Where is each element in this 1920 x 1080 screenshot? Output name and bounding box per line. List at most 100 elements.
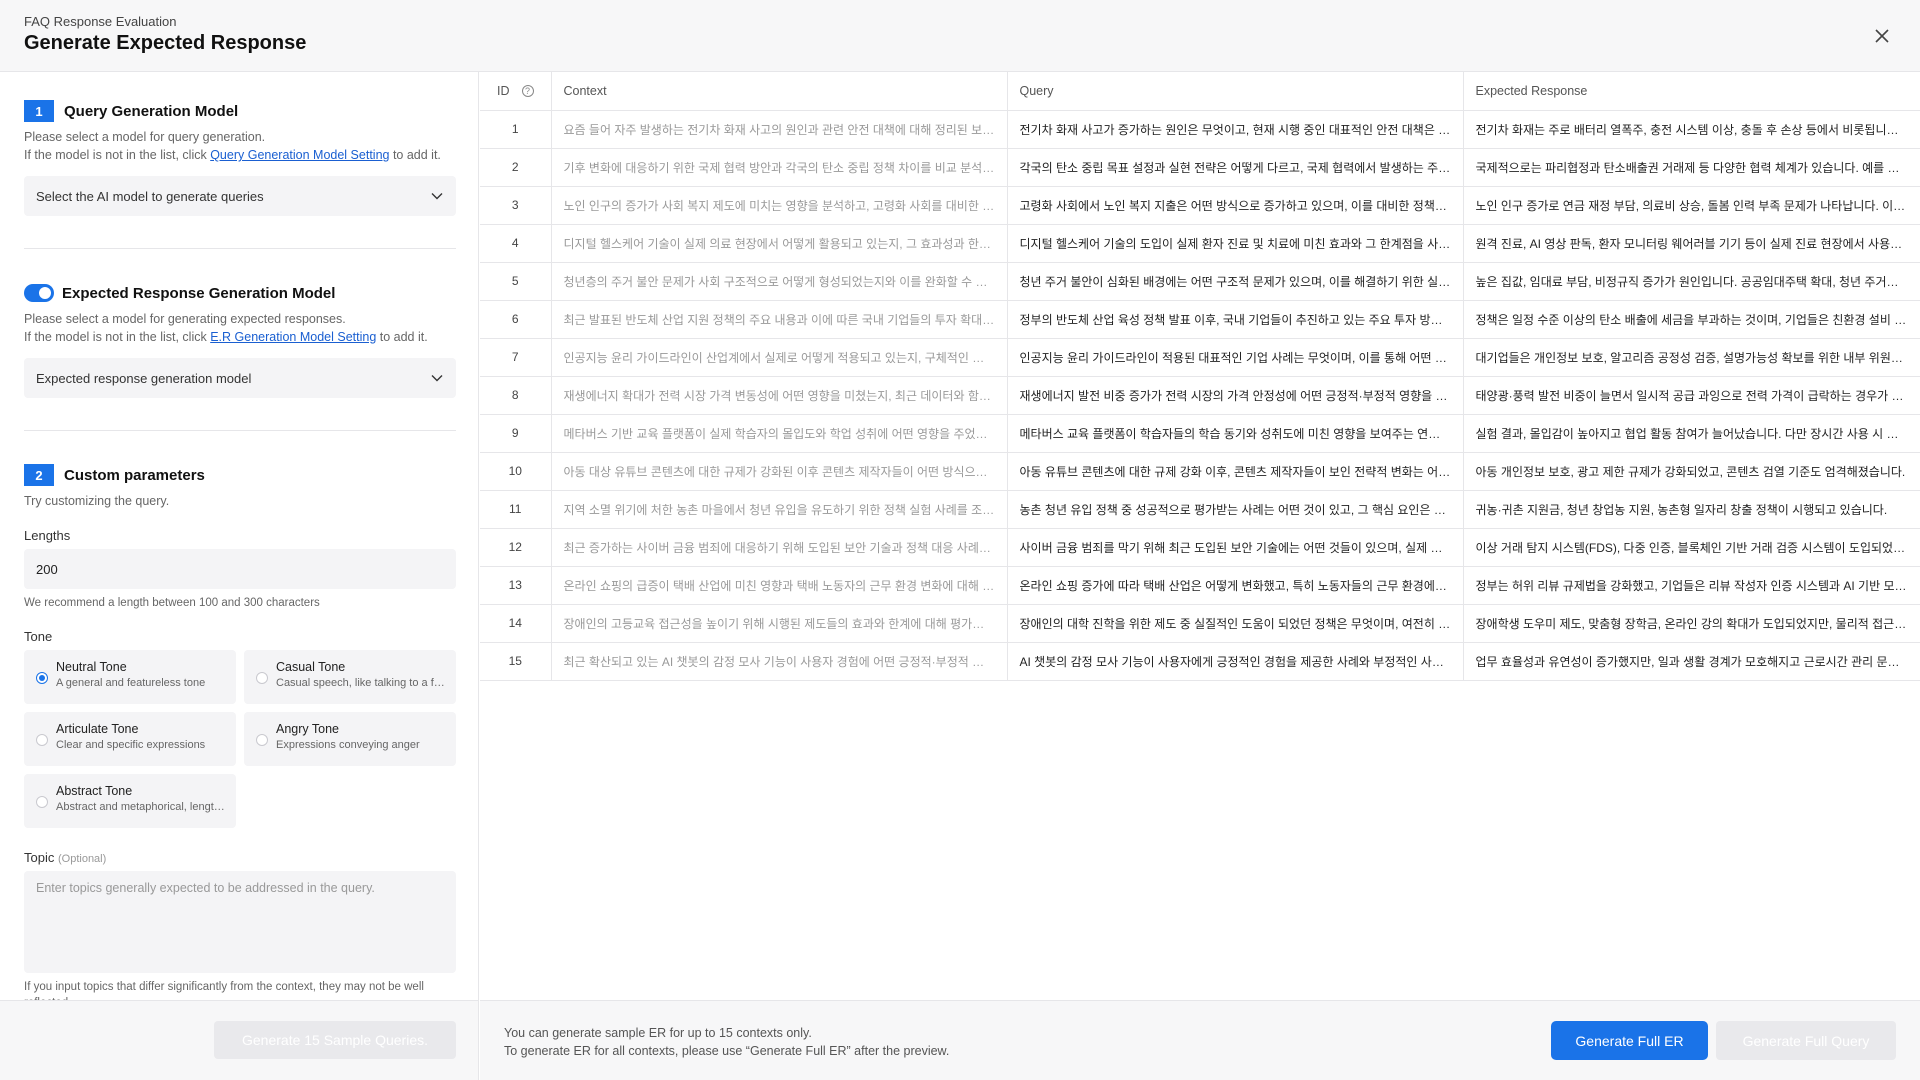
cell-context: 지역 소멸 위기에 처한 농촌 마을에서 청년 유입을 유도하기 위한 정책 실… [551, 490, 1008, 529]
help-icon[interactable]: ? [521, 85, 534, 98]
column-header-query: Query [1007, 72, 1464, 111]
divider [24, 248, 456, 249]
radio-icon[interactable] [256, 734, 268, 746]
generate-full-er-button[interactable]: Generate Full ER [1551, 1021, 1708, 1060]
cell-query: 아동 유튜브 콘텐츠에 대한 규제 강화 이후, 콘텐츠 제작자들이 보인 전략… [1007, 452, 1464, 491]
tone-title: Articulate Tone [56, 722, 139, 736]
cell-context: 최근 증가하는 사이버 금융 범죄에 대응하기 위해 도입된 보안 기술과 정책… [551, 528, 1008, 567]
tone-option-casual[interactable]: Casual Tone Casual speech, like talking … [244, 650, 456, 704]
cell-query: 고령화 사회에서 노인 복지 지출은 어떤 방식으로 증가하고 있으며, 이를 … [1007, 186, 1464, 225]
generate-full-query-button[interactable]: Generate Full Query [1716, 1021, 1896, 1060]
lengths-hint: We recommend a length between 100 and 30… [24, 597, 320, 609]
cell-id: 13 [480, 566, 552, 605]
cell-id: 6 [480, 300, 552, 339]
table-row[interactable]: 2 기후 변화에 대응하기 위한 국제 협력 방안과 각국의 탄소 중립 정책 차… [480, 148, 1920, 187]
cell-expected-response: 귀농·귀촌 지원금, 청년 창업농 지원, 농촌형 일자리 창출 정책이 시행되… [1463, 490, 1920, 529]
radio-selected-icon[interactable] [36, 672, 48, 684]
table-row[interactable]: 9 메타버스 기반 교육 플랫폼이 실제 학습자의 몰입도와 학업 성취에 어떤 … [480, 414, 1920, 453]
tone-subtitle: Clear and specific expressions [56, 739, 206, 751]
step-number-badge: 1 [24, 100, 54, 122]
chevron-down-icon [431, 193, 443, 200]
cell-query: 온라인 쇼핑 증가에 따라 택배 산업은 어떻게 변화했고, 특히 노동자들의 … [1007, 566, 1464, 605]
topic-textarea[interactable]: Enter topics generally expected to be ad… [24, 871, 456, 973]
table-row[interactable]: 8 재생에너지 확대가 전력 시장 가격 변동성에 어떤 영향을 미쳤는지, 최근… [480, 376, 1920, 415]
er-model-select[interactable]: Expected response generation model [24, 358, 456, 398]
er-model-setting-link[interactable]: E.R Generation Model Setting [210, 330, 376, 344]
table-row[interactable]: 7 인공지능 윤리 가이드라인이 산업계에서 실제로 어떻게 적용되고 있는지, … [480, 338, 1920, 377]
step-number-badge: 2 [24, 464, 54, 486]
cell-context: 디지털 헬스케어 기술이 실제 의료 현장에서 어떻게 활용되고 있는지, 그 … [551, 224, 1008, 263]
tone-option-angry[interactable]: Angry Tone Expressions conveying anger [244, 712, 456, 766]
column-header-expected-response: Expected Response [1463, 72, 1920, 111]
tone-option-articulate[interactable]: Articulate Tone Clear and specific expre… [24, 712, 236, 766]
er-model-toggle[interactable] [24, 284, 54, 302]
cell-query: 재생에너지 발전 비중 증가가 전력 시장의 가격 안정성에 어떤 긍정적·부정… [1007, 376, 1464, 415]
cell-id: 10 [480, 452, 552, 491]
table-row[interactable]: 15 최근 확산되고 있는 AI 챗봇의 감정 모사 기능이 사용자 경험에 어떤… [480, 642, 1920, 681]
results-table: ID? Context Query Expected Response 1 요즘 … [480, 72, 1920, 1000]
cell-expected-response: 노인 인구 증가로 연금 재정 부담, 의료비 상승, 돌봄 인력 부족 문제가… [1463, 186, 1920, 225]
chevron-down-icon [431, 375, 443, 382]
cell-expected-response: 높은 집값, 임대료 부담, 비정규직 증가가 원인입니다. 공공임대주택 확대… [1463, 262, 1920, 301]
cell-id: 9 [480, 414, 552, 453]
cell-query: 농촌 청년 유입 정책 중 성공적으로 평가받는 사례는 어떤 것이 있고, 그… [1007, 490, 1464, 529]
cell-expected-response: 정책은 일정 수준 이상의 탄소 배출에 세금을 부과하는 것이며, 기업들은 … [1463, 300, 1920, 339]
cell-expected-response: 아동 개인정보 보호, 광고 제한 규제가 강화되었고, 콘텐츠 검열 기준도 … [1463, 452, 1920, 491]
close-icon[interactable] [1870, 24, 1894, 48]
section-title: Expected Response Generation Model [62, 284, 336, 302]
tone-subtitle: A general and featureless tone [56, 677, 206, 689]
table-row[interactable]: 13 온라인 쇼핑의 급증이 택배 산업에 미친 영향과 택배 노동자의 근무 환… [480, 566, 1920, 605]
table-row[interactable]: 3 노인 인구의 증가가 사회 복지 제도에 미치는 영향을 분석하고, 고령화 … [480, 186, 1920, 225]
table-row[interactable]: 4 디지털 헬스케어 기술이 실제 의료 현장에서 어떻게 활용되고 있는지, 그… [480, 224, 1920, 263]
query-model-setting-link[interactable]: Query Generation Model Setting [210, 148, 389, 162]
cell-query: 청년 주거 불안이 심화된 배경에는 어떤 구조적 문제가 있으며, 이를 해결… [1007, 262, 1464, 301]
table-row[interactable]: 11 지역 소멸 위기에 처한 농촌 마을에서 청년 유입을 유도하기 위한 정책… [480, 490, 1920, 529]
generation-note: You can generate sample ER for up to 15 … [504, 1026, 950, 1058]
divider [24, 430, 456, 431]
settings-panel: 1 Query Generation Model Please select a… [0, 72, 479, 1000]
page-title: Generate Expected Response [24, 32, 307, 54]
cell-expected-response: 원격 진료, AI 영상 판독, 환자 모니터링 웨어러블 기기 등이 실제 진… [1463, 224, 1920, 263]
table-row[interactable]: 12 최근 증가하는 사이버 금융 범죄에 대응하기 위해 도입된 보안 기술과 … [480, 528, 1920, 567]
cell-id: 12 [480, 528, 552, 567]
table-row[interactable]: 14 장애인의 고등교육 접근성을 높이기 위해 시행된 제도들의 효과와 한계에… [480, 604, 1920, 643]
cell-id: 7 [480, 338, 552, 377]
table-row[interactable]: 6 최근 발표된 반도체 산업 지원 정책의 주요 내용과 이에 따른 국내 기업… [480, 300, 1920, 339]
tone-options: Neutral Tone A general and featureless t… [24, 650, 456, 828]
radio-icon[interactable] [36, 734, 48, 746]
radio-icon[interactable] [36, 796, 48, 808]
cell-id: 14 [480, 604, 552, 643]
section-title: Custom parameters [64, 466, 205, 484]
table-row[interactable]: 1 요즘 들어 자주 발생하는 전기차 화재 사고의 원인과 관련 안전 대책에 … [480, 110, 1920, 149]
query-model-select[interactable]: Select the AI model to generate queries [24, 176, 456, 216]
generate-sample-queries-button[interactable]: Generate 15 Sample Queries. [214, 1021, 456, 1059]
tone-option-neutral[interactable]: Neutral Tone A general and featureless t… [24, 650, 236, 704]
cell-id: 2 [480, 148, 552, 187]
cell-context: 재생에너지 확대가 전력 시장 가격 변동성에 어떤 영향을 미쳤는지, 최근 … [551, 376, 1008, 415]
breadcrumb: FAQ Response Evaluation [24, 14, 177, 29]
column-header-context: Context [551, 72, 1008, 111]
lengths-label: Lengths [24, 528, 71, 543]
cell-expected-response: 대기업들은 개인정보 보호, 알고리즘 공정성 검증, 설명가능성 확보를 위한… [1463, 338, 1920, 377]
cell-query: AI 챗봇의 감정 모사 기능이 사용자에게 긍정적인 경험을 제공한 사례와 … [1007, 642, 1464, 681]
cell-expected-response: 전기차 화재는 주로 배터리 열폭주, 충전 시스템 이상, 충돌 후 손상 등… [1463, 110, 1920, 149]
tone-title: Abstract Tone [56, 784, 133, 798]
tone-subtitle: Expressions conveying anger [276, 739, 420, 751]
cell-context: 요즘 들어 자주 발생하는 전기차 화재 사고의 원인과 관련 안전 대책에 대… [551, 110, 1008, 149]
radio-icon[interactable] [256, 672, 268, 684]
cell-id: 11 [480, 490, 552, 529]
cell-context: 최근 확산되고 있는 AI 챗봇의 감정 모사 기능이 사용자 경험에 어떤 긍… [551, 642, 1008, 681]
cell-context: 아동 대상 유튜브 콘텐츠에 대한 규제가 강화된 이후 콘텐츠 제작자들이 어… [551, 452, 1008, 491]
cell-context: 메타버스 기반 교육 플랫폼이 실제 학습자의 몰입도와 학업 성취에 어떤 영… [551, 414, 1008, 453]
cell-id: 3 [480, 186, 552, 225]
cell-query: 장애인의 대학 진학을 위한 제도 중 실질적인 도움이 되었던 정책은 무엇이… [1007, 604, 1464, 643]
cell-expected-response: 이상 거래 탐지 시스템(FDS), 다중 인증, 블록체인 기반 거래 검증 … [1463, 528, 1920, 567]
cell-expected-response: 실험 결과, 몰입감이 높아지고 협업 활동 참여가 늘어났습니다. 다만 장시… [1463, 414, 1920, 453]
cell-expected-response: 국제적으로는 파리협정과 탄소배출권 거래제 등 다양한 협력 체계가 있습니다… [1463, 148, 1920, 187]
table-row[interactable]: 5 청년층의 주거 불안 문제가 사회 구조적으로 어떻게 형성되었는지와 이를 … [480, 262, 1920, 301]
lengths-input[interactable]: 200 [24, 549, 456, 589]
table-row[interactable]: 10 아동 대상 유튜브 콘텐츠에 대한 규제가 강화된 이후 콘텐츠 제작자들이… [480, 452, 1920, 491]
cell-context: 노인 인구의 증가가 사회 복지 제도에 미치는 영향을 분석하고, 고령화 사… [551, 186, 1008, 225]
cell-query: 전기차 화재 사고가 증가하는 원인은 무엇이고, 현재 시행 중인 대표적인 … [1007, 110, 1464, 149]
tone-option-abstract[interactable]: Abstract Tone Abstract and metaphorical,… [24, 774, 236, 828]
